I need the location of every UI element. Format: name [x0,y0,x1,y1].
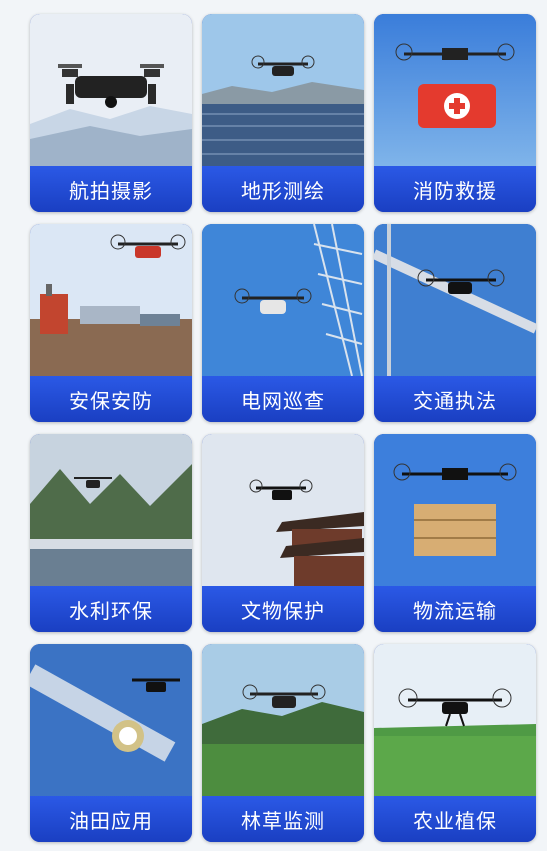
card-label: 油田应用 [30,796,192,842]
card-traffic-enforcement[interactable]: 交通执法 [374,224,536,422]
card-logistics[interactable]: 物流运输 [374,434,536,632]
card-label: 消防救援 [374,166,536,212]
agriculture-image [374,644,536,796]
application-grid: 航拍摄影 地形测绘 消防救援 安保安防 电网巡查 交通执法 水利环保 文物保护 … [0,0,547,851]
card-label: 航拍摄影 [30,166,192,212]
cargo-box-icon [414,504,496,556]
forest-grassland-image [202,644,364,796]
terrain-mapping-image [202,14,364,166]
cultural-relic-image [202,434,364,586]
card-label: 电网巡查 [202,376,364,422]
traffic-enforcement-image [374,224,536,376]
card-label: 物流运输 [374,586,536,632]
card-label: 文物保护 [202,586,364,632]
card-label: 安保安防 [30,376,192,422]
card-label: 地形测绘 [202,166,364,212]
card-label: 农业植保 [374,796,536,842]
card-forest-grassland-monitoring[interactable]: 林草监测 [202,644,364,842]
card-label: 林草监测 [202,796,364,842]
power-grid-image [202,224,364,376]
card-security[interactable]: 安保安防 [30,224,192,422]
card-power-grid-inspection[interactable]: 电网巡查 [202,224,364,422]
aerial-photography-image [30,14,192,166]
oilfield-image [30,644,192,796]
security-image [30,224,192,376]
card-oilfield-application[interactable]: 油田应用 [30,644,192,842]
card-label: 交通执法 [374,376,536,422]
first-aid-box-icon [418,84,496,128]
card-cultural-relic-protection[interactable]: 文物保护 [202,434,364,632]
logistics-image [374,434,536,586]
water-environment-image [30,434,192,586]
card-terrain-mapping[interactable]: 地形测绘 [202,14,364,212]
card-water-environment[interactable]: 水利环保 [30,434,192,632]
card-agricultural-plant-protection[interactable]: 农业植保 [374,644,536,842]
card-aerial-photography[interactable]: 航拍摄影 [30,14,192,212]
fire-rescue-image [374,14,536,166]
card-label: 水利环保 [30,586,192,632]
card-fire-rescue[interactable]: 消防救援 [374,14,536,212]
